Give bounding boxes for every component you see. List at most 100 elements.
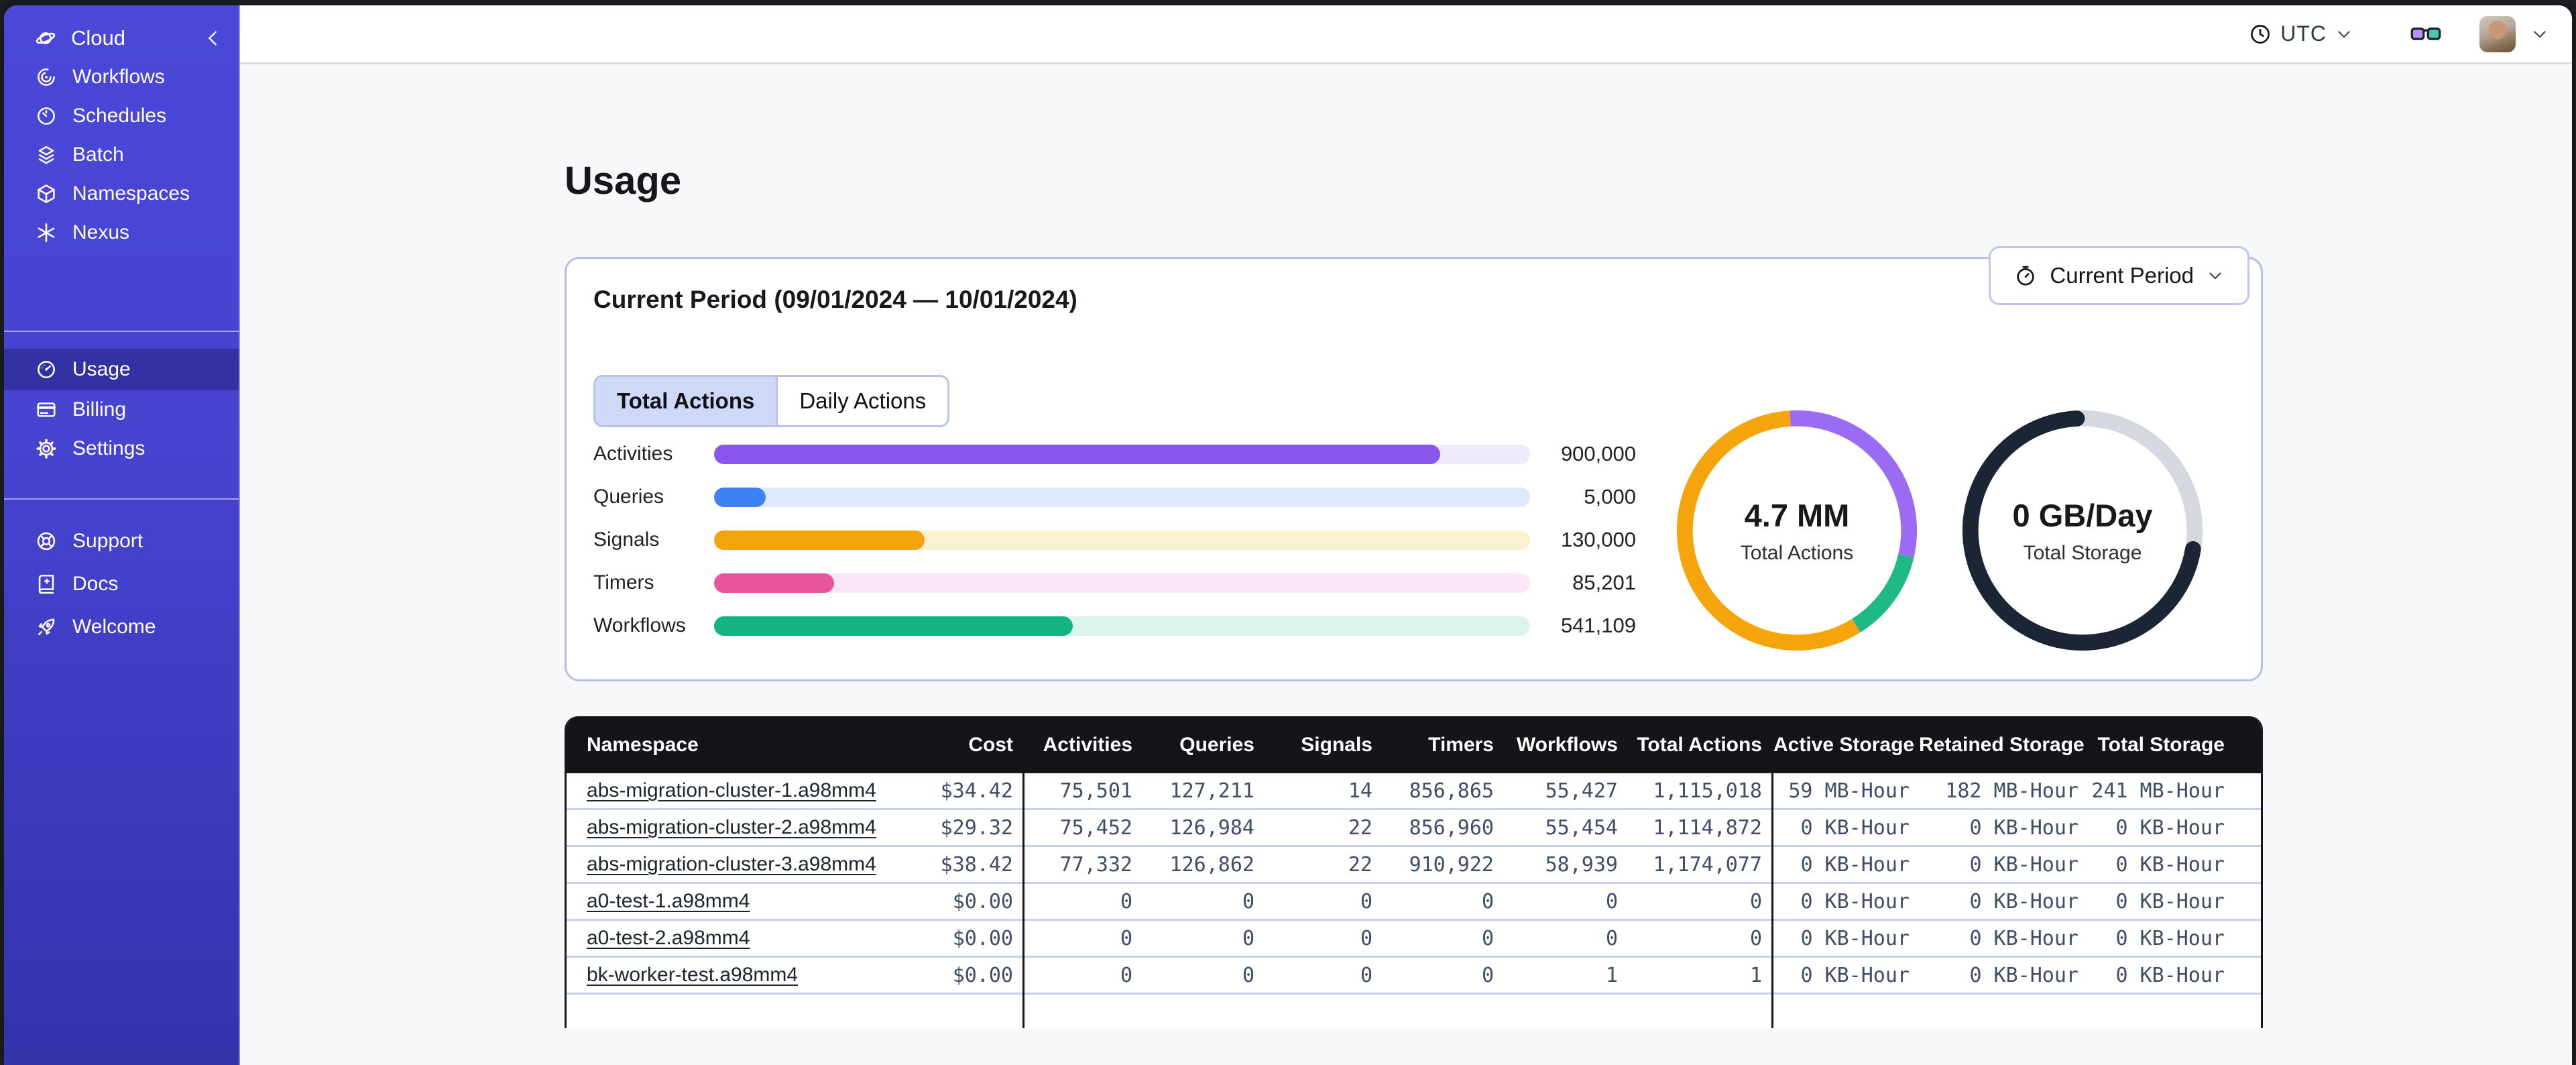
sidebar-item-label: Namespaces [72,182,190,205]
table-cell: abs-migration-cluster-2.a98mm4 [567,816,878,839]
tab-total-actions[interactable]: Total Actions [595,377,776,425]
namespace-link[interactable]: a0-test-1.a98mm4 [587,890,750,912]
table-cell: 0 KB-Hour [1800,816,1910,840]
sidebar-item-workflows[interactable]: Workflows [4,58,239,97]
table-cell: 0 KB-Hour [1969,852,2079,877]
table-cell: 0 [1605,926,1618,950]
table-cell: 0 [1120,889,1132,913]
table-cell: $29.32 [940,816,1013,840]
sidebar: Cloud Workflows Schedules Batch Namespaces N… [4,5,240,1065]
table-cell: 910,922 [1409,852,1494,877]
workflows-icon [35,66,58,89]
table-header-row: Namespace Cost Activities Queries Signals Tim… [567,716,2261,773]
user-menu-chevron-down-icon[interactable] [2530,25,2549,44]
table-cell: 59 MB-Hour [1788,779,1910,803]
total-storage-value: 0 GB/Day [2012,497,2153,533]
stopwatch-icon [2013,264,2038,288]
table-cell: 1 [1749,963,1762,987]
table-cell: 0 KB-Hour [1800,963,1910,987]
sidebar-item-schedules[interactable]: Schedules [4,97,239,135]
sidebar-item-settings[interactable]: Settings [4,429,239,468]
table-cell: $38.42 [940,852,1013,877]
namespace-usage-table: Namespace Cost Activities Queries Signals Tim… [565,716,2263,1028]
table-cell: $0.00 [952,963,1013,987]
table-cell: 1 [1605,963,1618,987]
actions-tabs: Total Actions Daily Actions [593,375,950,427]
column-header: Activities [1043,733,1132,756]
sidebar-divider [4,498,239,500]
sidebar-item-label: Usage [72,358,131,380]
usage-bars: Activities 900,000 Queries 5,000 Signals 130,… [593,433,1636,647]
table-cell: 55,454 [1545,816,1618,840]
column-header: Retained Storage [1919,733,2085,756]
bar-label: Activities [593,443,673,465]
namespace-link[interactable]: abs-migration-cluster-1.a98mm4 [587,779,876,801]
usage-bar-row: Workflows 541,109 [593,604,1636,647]
billing-icon [35,398,58,421]
period-selector-button[interactable]: Current Period [1989,246,2249,305]
bar-value: 900,000 [1560,442,1636,465]
column-header: Namespace [587,733,699,756]
column-header: Total Actions [1637,733,1762,756]
namespace-link[interactable]: a0-test-2.a98mm4 [587,927,750,949]
sidebar-item-namespaces[interactable]: Namespaces [4,174,239,213]
usage-donuts: 4.7 MM Total Actions 0 GB/Day Total Stor… [1670,403,2210,658]
usage-bar-row: Timers 85,201 [593,561,1636,604]
sidebar-item-batch[interactable]: Batch [4,135,239,174]
table-cell: 58,939 [1545,852,1618,877]
sidebar-item-label: Billing [72,398,127,421]
table-cell: 14 [1348,779,1372,803]
sidebar-collapse-button[interactable] [202,27,224,49]
column-header: Active Storage [1773,733,1915,756]
usage-chart: Activities 900,000 Queries 5,000 Signals 130,… [593,410,2234,658]
table-cell: 0 KB-Hour [1800,889,1910,913]
sidebar-item-support[interactable]: Support [4,520,239,563]
table-row: abs-migration-cluster-2.a98mm4 $29.32 75,4… [567,810,2261,847]
bar-fill [714,444,1441,464]
table-cell: 0 KB-Hour [2115,926,2225,950]
total-actions-donut: 4.7 MM Total Actions [1670,403,1924,658]
goggles-icon[interactable] [2410,18,2442,50]
bar-fill [714,573,834,593]
sidebar-item-docs[interactable]: Docs [4,563,239,606]
bar-value: 541,109 [1560,614,1636,637]
column-header: Workflows [1516,733,1618,756]
table-cell: 0 [1749,889,1762,913]
column-header: Timers [1428,733,1494,756]
usage-bar-row: Signals 130,000 [593,518,1636,561]
bar-value: 130,000 [1560,528,1636,551]
bar-label: Queries [593,486,664,508]
table-cell: 1,174,077 [1653,852,1762,877]
table-cell: 0 [1242,926,1254,950]
table-cell: 0 KB-Hour [1800,852,1910,877]
namespace-link[interactable]: bk-worker-test.a98mm4 [587,964,798,986]
table-cell: 0 [1242,963,1254,987]
timezone-selector[interactable]: UTC [2248,21,2353,46]
main-content: Usage Current Period Current Period (09/… [240,64,2572,1065]
avatar[interactable] [2479,15,2516,52]
sidebar-item-nexus[interactable]: Nexus [4,213,239,252]
sidebar-item-billing[interactable]: Billing [4,390,239,429]
table-cell: abs-migration-cluster-1.a98mm4 [567,779,878,802]
table-cell: 0 [1360,926,1372,950]
sidebar-item-label: Settings [72,437,145,459]
table-cell: 77,332 [1059,852,1132,877]
welcome-icon [35,616,58,638]
namespace-link[interactable]: abs-migration-cluster-2.a98mm4 [587,816,876,838]
table-cell: 127,211 [1169,779,1254,803]
sidebar-item-welcome[interactable]: Welcome [4,606,239,649]
bar-fill [714,487,766,507]
sidebar-item-label: Schedules [72,105,167,127]
table-cell: $0.00 [952,926,1013,950]
sidebar-item-usage[interactable]: Usage [4,349,239,390]
tab-daily-actions[interactable]: Daily Actions [776,377,947,425]
namespace-link[interactable]: abs-migration-cluster-3.a98mm4 [587,853,876,875]
chevron-down-icon [2335,25,2353,44]
total-actions-label: Total Actions [1740,541,1854,564]
table-divider [1022,716,1024,1028]
table-cell: a0-test-2.a98mm4 [567,927,878,950]
table-divider [1771,716,1773,1028]
support-icon [35,530,58,553]
namespaces-icon [35,182,58,205]
table-cell: $0.00 [952,889,1013,913]
